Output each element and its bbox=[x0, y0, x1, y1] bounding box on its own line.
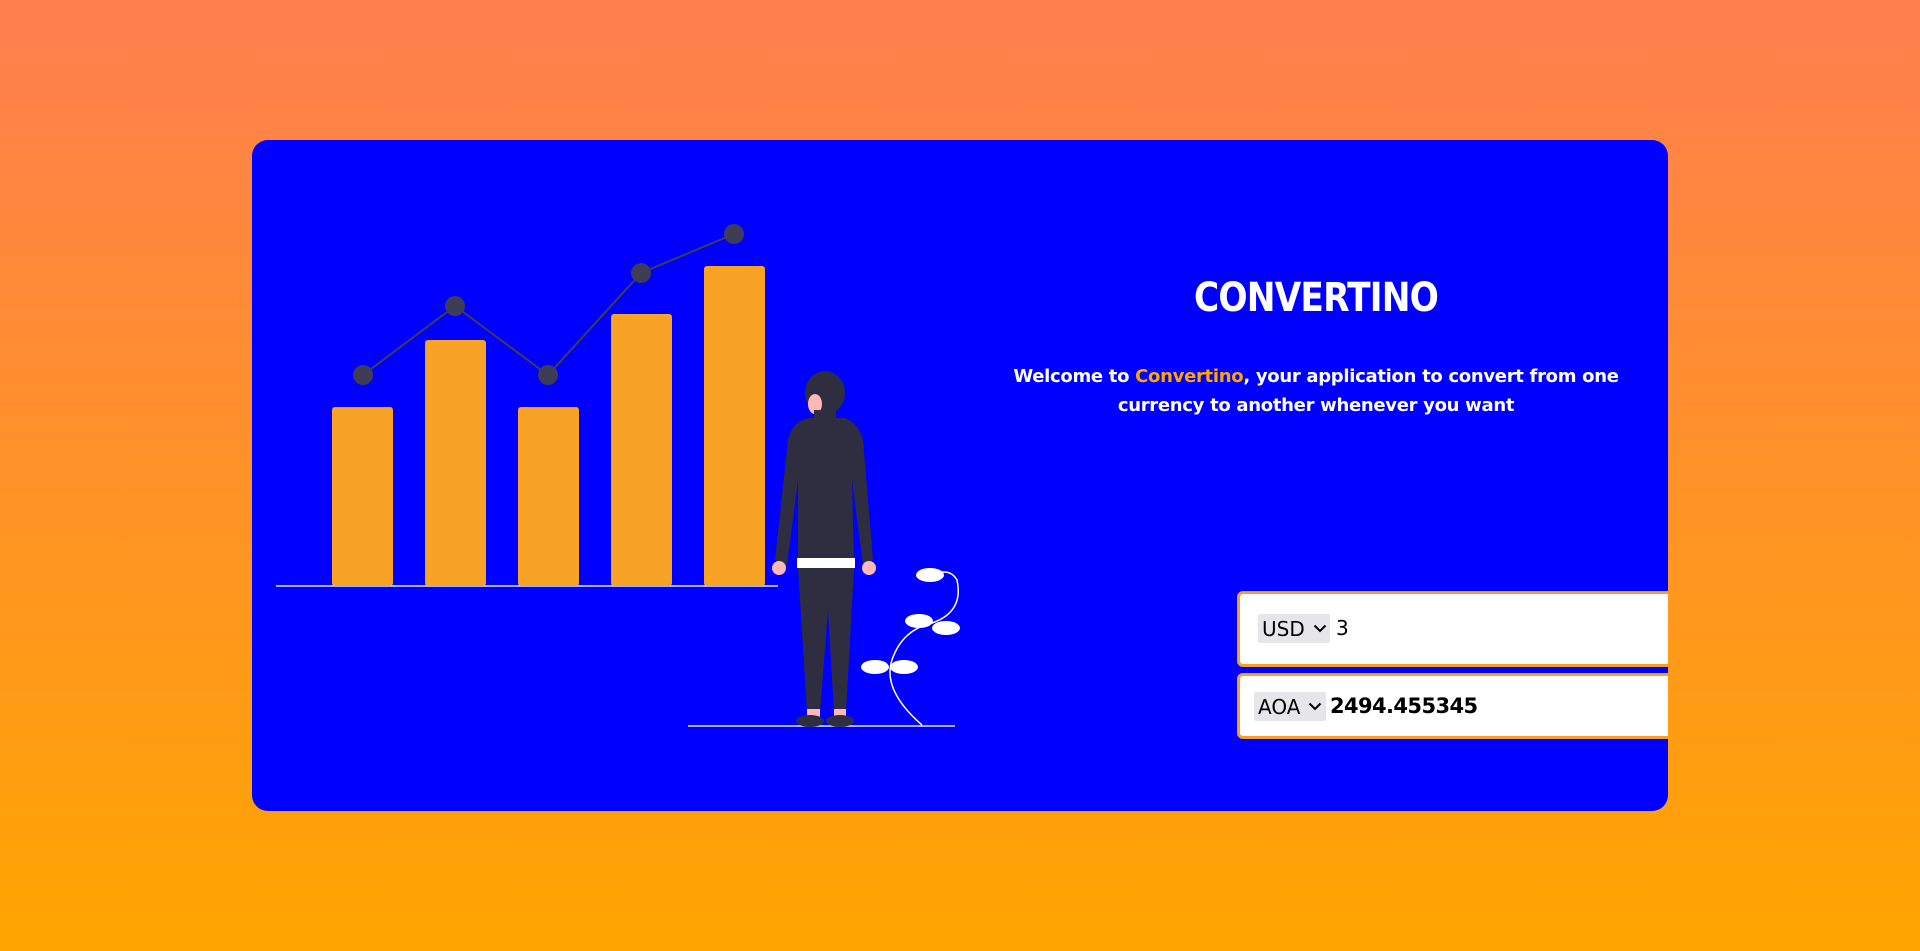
trend-point bbox=[538, 365, 558, 385]
person-figure bbox=[772, 371, 876, 727]
trend-point bbox=[631, 263, 651, 283]
trend-point bbox=[353, 365, 373, 385]
plant-decoration bbox=[861, 568, 960, 726]
converter-panel: CONVERTINO Welcome to Convertino, your a… bbox=[984, 140, 1668, 811]
trend-line bbox=[362, 233, 735, 377]
trend-point bbox=[445, 296, 465, 316]
to-currency-value: AOA bbox=[1258, 694, 1301, 719]
to-currency-select[interactable]: AOA bbox=[1254, 692, 1326, 721]
illustration-bar-1 bbox=[332, 407, 393, 586]
welcome-message: Welcome to Convertino, your application … bbox=[984, 362, 1648, 420]
trend-point bbox=[724, 224, 744, 244]
app-title: CONVERTINO bbox=[1193, 275, 1439, 321]
growth-chart-illustration bbox=[276, 224, 960, 727]
to-currency-row: AOA 2494.455345 bbox=[1237, 673, 1668, 739]
from-currency-row: USD bbox=[1237, 591, 1668, 667]
chevron-down-icon bbox=[1308, 702, 1322, 711]
from-currency-value: USD bbox=[1262, 616, 1305, 641]
from-currency-select[interactable]: USD bbox=[1258, 614, 1330, 643]
converted-amount: 2494.455345 bbox=[1330, 694, 1478, 718]
illustration-bar-3 bbox=[518, 407, 579, 586]
illustration-bar-5 bbox=[704, 266, 765, 586]
converter-card: CONVERTINO Welcome to Convertino, your a… bbox=[252, 140, 1668, 811]
welcome-prefix: Welcome to bbox=[1013, 366, 1136, 387]
illustration-bar-2 bbox=[425, 340, 486, 586]
illustration-bar-4 bbox=[611, 314, 672, 586]
chevron-down-icon bbox=[1313, 624, 1327, 633]
amount-input[interactable] bbox=[1336, 614, 1668, 643]
welcome-brand: Convertino bbox=[1135, 366, 1244, 387]
